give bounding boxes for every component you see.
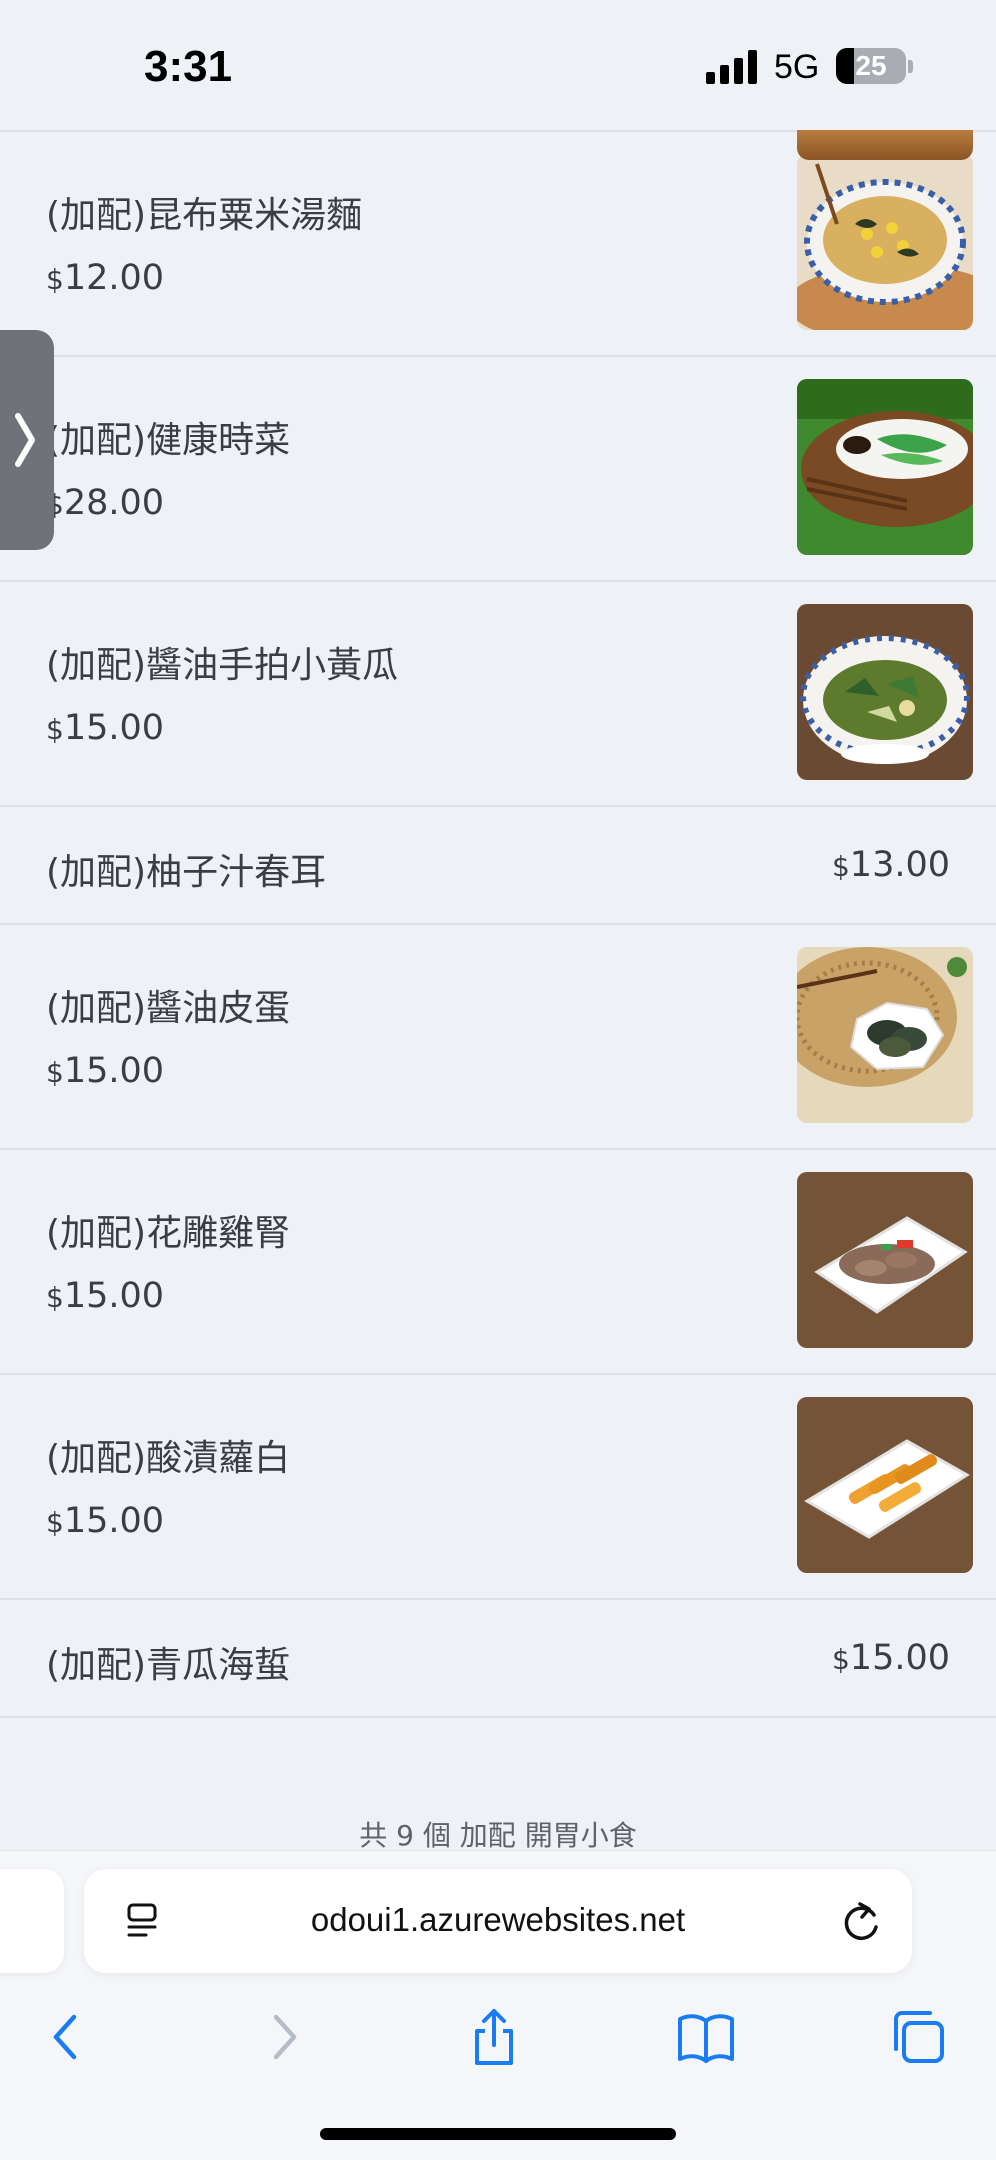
menu-item[interactable]: (加配)酸漬蘿白 $15.00 [0,1373,996,1598]
currency-symbol: $ [46,263,64,296]
chevron-left-icon [53,2014,77,2060]
network-type: 5G [774,48,820,86]
menu-item[interactable]: (加配)健康時菜 $28.00 [0,355,996,580]
address-bar[interactable]: odoui1.azurewebsites.net [84,1869,912,1973]
currency-symbol: $ [46,1056,64,1089]
tabs-button[interactable] [888,2007,948,2067]
menu-item-name: (加配)醬油皮蛋 [46,988,291,1029]
price-amount: 15.00 [63,1501,165,1541]
greens-photo[interactable] [797,379,973,555]
share-icon [475,2009,513,2065]
menu-item[interactable]: (加配)花雕雞腎 $15.00 [0,1148,996,1373]
currency-symbol: $ [46,1281,64,1314]
currency-symbol: $ [831,1643,850,1676]
list-end-divider [0,1716,996,1726]
menu-item-name: (加配)昆布粟米湯麵 [46,195,363,236]
noodle-soup-photo[interactable] [797,154,973,330]
battery-icon: 25 [836,48,906,84]
price-amount: 15.00 [849,1638,950,1678]
cucumber-photo[interactable] [797,604,973,780]
cellular-signal-icon [706,50,760,84]
price-amount: 15.00 [63,1276,165,1316]
menu-item-name: (加配)健康時菜 [46,420,291,461]
menu-item-name: (加配)青瓜海蜇 [46,1645,291,1686]
price-amount: 15.00 [63,1051,165,1091]
menu-item[interactable]: (加配)醬油手拍小黃瓜 $15.00 [0,580,996,805]
previous-tab-card[interactable] [0,1869,64,1973]
menu-item[interactable]: (加配)柚子汁春耳 $13.00 [0,805,996,923]
forward-button[interactable] [254,2007,314,2067]
reload-icon[interactable] [838,1897,884,1945]
menu-item[interactable]: (加配)昆布粟米湯麵 $12.00 [0,130,996,355]
category-drawer-toggle[interactable] [0,330,54,550]
battery-percent: 25 [855,50,887,81]
chevron-right-icon [273,2014,297,2060]
tabs-icon [894,2011,944,2063]
url-text[interactable]: odoui1.azurewebsites.net [84,1901,912,1939]
menu-item-price: $12.00 [46,258,164,298]
battery-nub [908,60,913,73]
menu-item[interactable]: (加配)青瓜海蜇 $15.00 [0,1598,996,1716]
home-indicator [320,2128,676,2140]
status-time: 3:31 [144,42,233,91]
price-amount: 28.00 [63,483,165,523]
menu-item-price: $28.00 [46,483,164,523]
item-count-footer: 共 9 個 加配 開胃小食 [359,1819,637,1852]
book-icon [678,2014,734,2063]
menu-item-price: $13.00 [832,845,950,885]
century-egg-photo[interactable] [797,947,973,1123]
bookmarks-button[interactable] [676,2007,736,2067]
pickled-radish-photo[interactable] [797,1397,973,1573]
back-button[interactable] [36,2007,96,2067]
status-bar: 3:31 5G 25 [0,0,996,130]
menu-item-name: (加配)柚子汁春耳 [46,852,327,893]
currency-symbol: $ [46,713,64,746]
browser-toolbar: odoui1.azurewebsites.net [0,1850,996,2160]
previous-item-photo[interactable] [797,130,973,160]
currency-symbol: $ [46,1506,64,1539]
menu-item-name: (加配)醬油手拍小黃瓜 [46,645,399,686]
chicken-gizzard-photo[interactable] [797,1172,973,1348]
menu-item-price: $15.00 [46,1051,164,1091]
menu-item[interactable]: (加配)醬油皮蛋 $15.00 [0,923,996,1148]
share-button[interactable] [464,2007,524,2067]
chevron-right-icon [15,413,35,467]
currency-symbol: $ [831,850,850,883]
menu-item-name: (加配)花雕雞腎 [46,1213,291,1254]
menu-item-price: $15.00 [46,708,164,748]
menu-item-price: $15.00 [46,1276,164,1316]
menu-item-price: $15.00 [832,1638,950,1678]
menu-item-list: (加配)昆布粟米湯麵 $12.00 (加配)健康時菜 $28.00 (加配)醬油手拍小黃… [0,130,996,1726]
menu-item-name: (加配)酸漬蘿白 [46,1438,291,1479]
price-amount: 12.00 [63,258,165,298]
menu-item-price: $15.00 [46,1501,164,1541]
price-amount: 15.00 [63,708,165,748]
price-amount: 13.00 [849,845,950,885]
